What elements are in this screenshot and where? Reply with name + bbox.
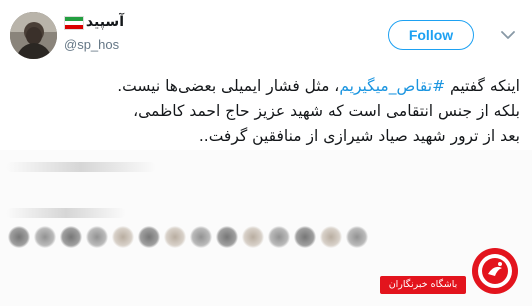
blurred-avatar <box>268 226 290 248</box>
hashtag-link[interactable]: #تقاص_میگیریم <box>339 77 445 95</box>
follow-button[interactable]: Follow <box>388 20 474 50</box>
watermark: باشگاه خبرنگاران <box>380 244 526 300</box>
blurred-avatar <box>216 226 238 248</box>
tweet-text-segment: ، مثل فشار ایمیلی بعضی‌ها نیست. <box>117 77 340 95</box>
blurred-avatar <box>112 226 134 248</box>
chevron-down-icon <box>501 30 515 39</box>
blurred-avatar <box>164 226 186 248</box>
blurred-avatar <box>242 226 264 248</box>
blurred-avatar <box>294 226 316 248</box>
blurred-avatar <box>34 226 56 248</box>
blurred-avatar <box>346 226 368 248</box>
tweet-card: آسپید @sp_hos Follow اینکه گفتیم #تقاص_م… <box>0 0 532 306</box>
blurred-avatar <box>86 226 108 248</box>
blurred-avatar <box>8 226 30 248</box>
avatar[interactable] <box>10 12 57 59</box>
blurred-avatar <box>138 226 160 248</box>
tweet-text-line: بعد از ترور شهید صیاد شیرازی از منافقین … <box>198 127 520 145</box>
avatar-photo-icon <box>10 12 57 59</box>
tweet-text: اینکه گفتیم #تقاص_میگیریم، مثل فشار ایمی… <box>12 74 520 149</box>
blurred-timestamp <box>6 162 156 172</box>
blurred-avatar <box>60 226 82 248</box>
iran-flag-icon <box>64 16 84 30</box>
watermark-label: باشگاه خبرنگاران <box>380 276 466 294</box>
blurred-avatar <box>320 226 342 248</box>
blurred-likers-row <box>8 226 398 248</box>
blurred-avatar <box>190 226 212 248</box>
tweet-text-segment: اینکه گفتیم <box>445 77 520 95</box>
author-handle[interactable]: @sp_hos <box>64 37 119 52</box>
tweet-text-line: اینکه گفتیم #تقاص_میگیریم، مثل فشار ایمی… <box>12 74 520 99</box>
tweet-menu-button[interactable] <box>495 22 521 48</box>
yjc-logo-icon <box>472 248 518 294</box>
blurred-retweet-count <box>6 208 126 218</box>
tweet-text-line: بلکه از جنس انتقامی است که شهید عزیز حاج… <box>133 102 520 120</box>
author-display-name[interactable]: آسپید <box>86 14 124 30</box>
